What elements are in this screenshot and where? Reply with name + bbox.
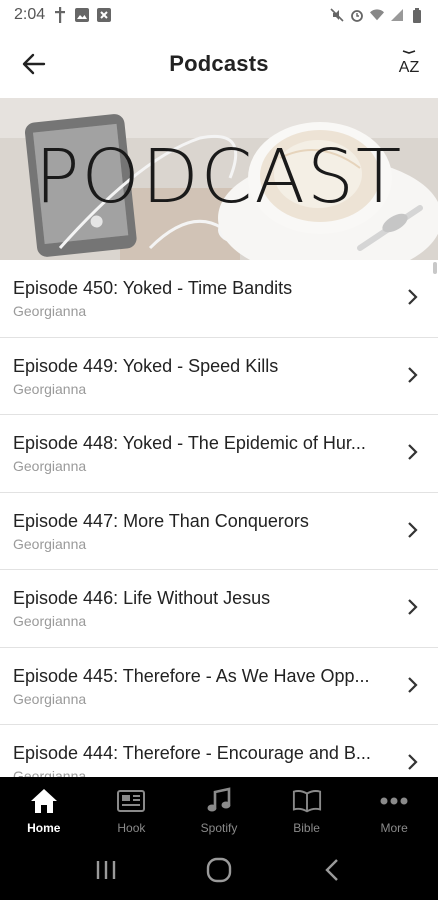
- signal-icon: [390, 8, 404, 22]
- nav-label: Bible: [293, 821, 320, 835]
- episode-list[interactable]: Episode 450: Yoked - Time Bandits Georgi…: [0, 260, 438, 777]
- system-home-button[interactable]: [199, 850, 239, 890]
- episode-item[interactable]: Episode 445: Therefore - As We Have Opp.…: [0, 648, 438, 725]
- system-nav-bar: [0, 839, 438, 900]
- episode-item[interactable]: Episode 447: More Than Conquerors Georgi…: [0, 493, 438, 570]
- nav-item-home[interactable]: Home: [0, 777, 88, 839]
- episode-author: Georgianna: [13, 768, 87, 777]
- system-back-button[interactable]: [312, 850, 352, 890]
- nav-label: Home: [27, 821, 61, 835]
- nav-label: Spotify: [200, 821, 238, 835]
- episode-author: Georgianna: [13, 690, 87, 707]
- bottom-nav: Home Hook Spotify Bible More: [0, 777, 438, 839]
- sort-label: AZ: [399, 59, 420, 76]
- nav-item-more[interactable]: More: [350, 777, 438, 839]
- episode-title: Episode 449: Yoked - Speed Kills: [13, 355, 279, 376]
- chevron-right-icon: [408, 754, 418, 770]
- arrow-left-icon: [22, 53, 46, 75]
- episode-author: Georgianna: [13, 613, 87, 629]
- app-bar: Podcasts AZ: [0, 30, 438, 98]
- chevron-right-icon: [408, 444, 418, 460]
- status-bar: 2:04: [0, 0, 438, 30]
- mute-icon: [330, 8, 344, 22]
- alarm-icon: [350, 8, 364, 22]
- nav-item-hook[interactable]: Hook: [88, 777, 176, 839]
- recents-icon: [97, 860, 116, 879]
- episode-item[interactable]: Episode 449: Yoked - Speed Kills Georgia…: [0, 338, 438, 415]
- page-title: Podcasts: [169, 51, 269, 76]
- hero-title: PODCAST: [34, 134, 404, 220]
- episode-author: Georgianna: [13, 380, 87, 397]
- episode-title: Episode 444: Therefore - Encourage and B…: [13, 743, 371, 763]
- x-box-icon: [97, 8, 112, 22]
- sort-az-icon: AZ: [399, 50, 420, 76]
- back-button[interactable]: [18, 50, 50, 78]
- home-icon: [29, 787, 59, 815]
- image-icon: [75, 8, 90, 22]
- episode-item[interactable]: Episode 444: Therefore - Encourage and B…: [0, 725, 438, 777]
- wifi-icon: [370, 8, 384, 22]
- back-chevron-icon: [324, 858, 338, 881]
- battery-icon: [410, 7, 424, 23]
- scrollbar[interactable]: [433, 262, 437, 274]
- nav-label: Hook: [117, 821, 146, 835]
- episode-title: Episode 446: Life Without Jesus: [13, 588, 271, 608]
- chevron-right-icon: [408, 676, 418, 693]
- episode-item[interactable]: Episode 446: Life Without Jesus Georgian…: [0, 570, 438, 648]
- recents-button[interactable]: [86, 850, 126, 890]
- book-icon: [292, 787, 322, 815]
- episode-title: Episode 445: Therefore - As We Have Opp.…: [13, 665, 370, 686]
- episode-title: Episode 448: Yoked - The Epidemic of Hur…: [13, 433, 366, 453]
- home-circle-icon: [206, 857, 232, 882]
- episode-item[interactable]: Episode 450: Yoked - Time Bandits Georgi…: [0, 260, 438, 338]
- episode-author: Georgianna: [13, 458, 87, 474]
- cross-icon: [53, 7, 67, 23]
- status-right: [330, 7, 424, 23]
- nav-item-spotify[interactable]: Spotify: [175, 777, 263, 839]
- chevron-right-icon: [408, 599, 418, 615]
- chevron-right-icon: [408, 366, 418, 383]
- more-dots-icon: [379, 787, 409, 815]
- hero-banner: PODCAST: [0, 98, 438, 260]
- nav-item-bible[interactable]: Bible: [263, 777, 351, 839]
- nav-label: More: [380, 821, 408, 835]
- chevron-right-icon: [408, 521, 418, 538]
- episode-title: Episode 450: Yoked - Time Bandits: [13, 278, 293, 298]
- chevron-right-icon: [408, 289, 418, 305]
- music-note-icon: [204, 787, 234, 815]
- status-time: 2:04: [14, 6, 46, 23]
- episode-title: Episode 447: More Than Conquerors: [13, 510, 309, 531]
- episode-author: Georgianna: [13, 535, 87, 552]
- status-left: 2:04: [14, 6, 112, 24]
- episode-author: Georgianna: [13, 303, 87, 319]
- episode-item[interactable]: Episode 448: Yoked - The Epidemic of Hur…: [0, 415, 438, 493]
- newspaper-icon: [116, 787, 146, 815]
- sort-az-button[interactable]: AZ: [394, 48, 424, 80]
